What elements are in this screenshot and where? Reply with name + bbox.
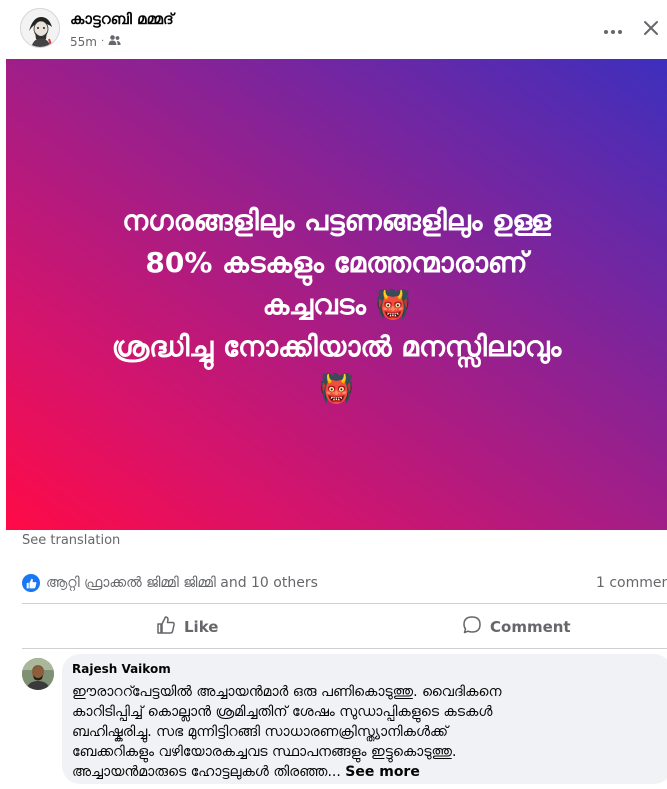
like-label: Like	[184, 618, 219, 636]
author-avatar-illustration	[21, 9, 59, 47]
post-text-line: കച്ചവടം 👹	[262, 287, 411, 321]
comment-count[interactable]: 1 comment	[596, 575, 667, 591]
post-text-line: 👹	[319, 371, 354, 405]
post-meta: 55m ·	[70, 34, 121, 49]
close-button[interactable]	[636, 14, 666, 44]
reactions-summary[interactable]: ആറ്റി ഫ്രാക്കൽ ജിമ്മി ജിമ്മി and 10 othe…	[22, 572, 318, 594]
divider	[22, 603, 667, 604]
like-button[interactable]: Like	[156, 612, 218, 642]
close-icon	[643, 17, 659, 41]
friends-icon[interactable]	[108, 34, 121, 49]
see-translation-link[interactable]: See translation	[22, 533, 120, 548]
comment-text-line: ഈരാററ്പേട്ടയിൽ അച്ചായൻമാർ ഒരു പണികൊടുത്ത…	[72, 684, 502, 700]
reactions-text[interactable]: ആറ്റി ഫ്രാക്കൽ ജിമ്മി ജിമ്മി and 10 othe…	[46, 575, 318, 591]
comment-text-line: കാറിടിപ്പിച്ച് കൊല്ലാൻ ശ്രമിച്ചതിന് ശേഷം…	[72, 704, 493, 720]
divider	[22, 648, 667, 649]
comment-button[interactable]: Comment	[462, 612, 571, 642]
like-reaction-icon	[22, 574, 40, 592]
comment-text: ഈരാററ്പേട്ടയിൽ അച്ചായൻമാർ ഒരു പണികൊടുത്ത…	[72, 682, 660, 782]
see-more-link[interactable]: See more	[345, 764, 420, 780]
post-image-text: നഗരങ്ങളിലും പട്ടണങ്ങളിലും ഉള്ള 80% കടകളു…	[37, 200, 637, 410]
commenter-avatar-photo	[22, 658, 54, 690]
post-time[interactable]: 55m	[70, 35, 97, 49]
commenter-avatar[interactable]	[22, 658, 54, 690]
meta-separator: ·	[100, 36, 105, 47]
more-options-button[interactable]	[598, 14, 628, 44]
comment-text-truncated: അച്ചായൻമാരുടെ ഹോട്ടലുകൾ തിരഞ്ഞ...	[72, 764, 341, 780]
post-text-line: 80% കടകളും മേത്തന്മാരാണ്	[145, 245, 528, 279]
comment-text-line: ബേക്കറികളും വഴിയോരകച്ചവട സ്ഥാപനങ്ങളും ഇട…	[72, 744, 457, 760]
comment-text-line: ബഹിഷ്കരിച്ചു. സഭ മുന്നിട്ടിറങ്ങി സാധാരണക…	[72, 724, 448, 740]
comment-bubble-icon	[462, 615, 482, 639]
author-avatar[interactable]	[20, 8, 60, 48]
thumbs-up-icon	[156, 615, 176, 639]
post-image[interactable]: നഗരങ്ങളിലും പട്ടണങ്ങളിലും ഉള്ള 80% കടകളു…	[6, 59, 667, 530]
commenter-name[interactable]: Rajesh Vaikom	[72, 662, 660, 676]
comment-label: Comment	[490, 618, 571, 636]
comment-bubble: Rajesh Vaikom ഈരാററ്പേട്ടയിൽ അച്ചായൻമാർ …	[62, 654, 667, 784]
post-header: കാട്ടറബി മമ്മദ് 55m ·	[0, 0, 667, 58]
comment-text-line-last: അച്ചായൻമാരുടെ ഹോട്ടലുകൾ തിരഞ്ഞ... See mo…	[72, 762, 660, 782]
post-text-line: ശ്രദ്ധിച്ചു നോക്കിയാൽ മനസ്സിലാവും	[111, 329, 562, 363]
post-text-line: നഗരങ്ങളിലും പട്ടണങ്ങളിലും ഉള്ള	[122, 203, 551, 237]
more-horizontal-icon	[603, 19, 623, 40]
author-name[interactable]: കാട്ടറബി മമ്മദ്	[70, 10, 174, 28]
